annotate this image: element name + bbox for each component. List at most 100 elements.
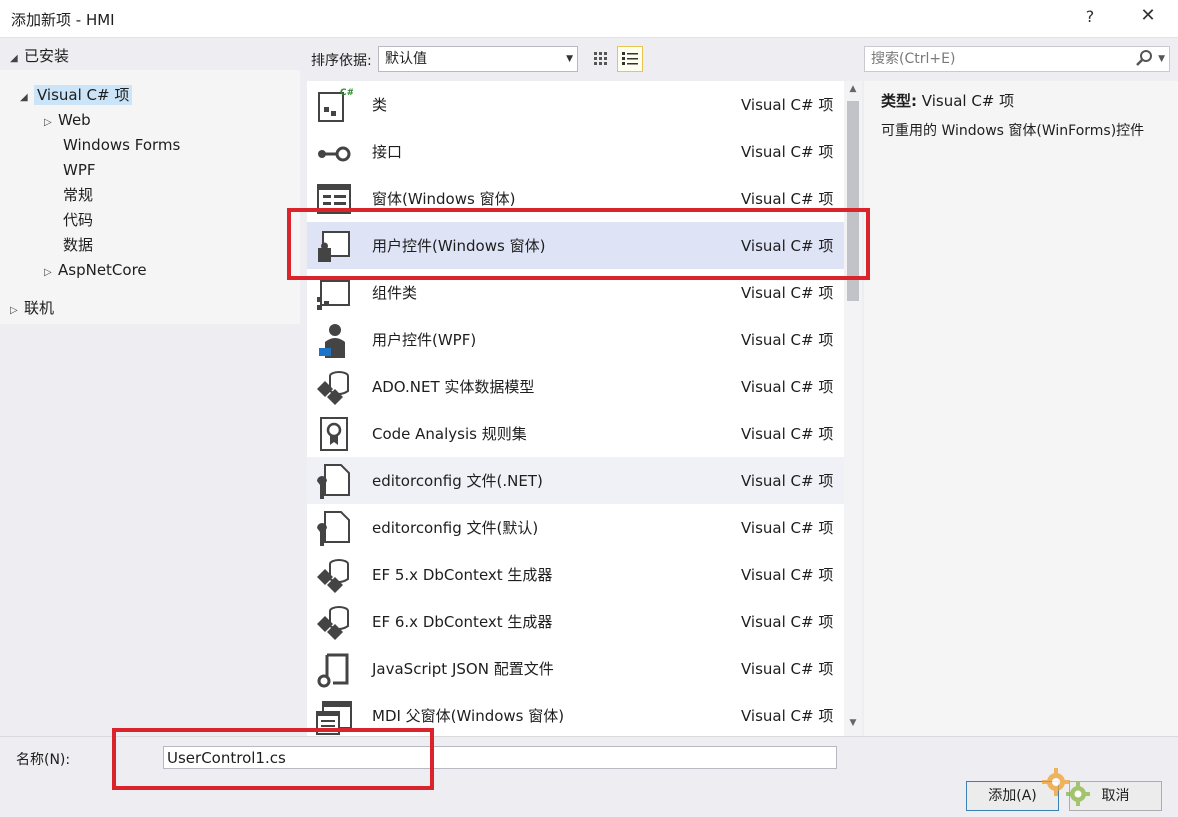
collapsed-arrow-icon[interactable]: ▷ [44,112,58,134]
tree-node-wpf[interactable]: WPF [63,159,96,181]
list-scrollbar[interactable]: ▲ ▼ [844,81,862,736]
item-type: 类型: Visual C# 项 [881,90,1014,111]
item-name: 接口 [372,143,403,161]
list-item[interactable]: JavaScript JSON 配置文件 Visual C# 项 [307,645,844,692]
wpf-user-control-icon [319,324,345,358]
item-category: Visual C# 项 [741,519,834,537]
list-item[interactable]: editorconfig 文件(.NET) Visual C# 项 [307,457,844,504]
tree-node-installed[interactable]: ◢ 已安装 [10,45,69,67]
item-category: Visual C# 项 [741,707,834,725]
json-config-icon [317,653,349,688]
item-name: EF 5.x DbContext 生成器 [372,566,553,584]
tree-label: Windows Forms [63,136,181,154]
item-category: Visual C# 项 [741,472,834,490]
tree-node-windows-forms[interactable]: Windows Forms [63,134,180,156]
expanded-arrow-icon[interactable]: ◢ [20,87,34,109]
template-tree-pane: ◢ 已安装 ◢ Visual C# 项 ▷ Web Windows Forms WPF… [0,38,300,736]
list-view-button[interactable] [617,46,643,72]
item-category: Visual C# 项 [741,190,834,208]
interface-icon [318,146,351,162]
item-name: EF 6.x DbContext 生成器 [372,613,553,631]
ef-generator-icon [317,559,349,593]
help-button[interactable]: ? [1080,7,1100,26]
tree-node-visual-cs[interactable]: ◢ Visual C# 项 [20,84,133,109]
list-item[interactable]: ADO.NET 实体数据模型 Visual C# 项 [307,363,844,410]
item-description: 可重用的 Windows 窗体(WinForms)控件 [881,123,1145,139]
item-category: Visual C# 项 [741,284,834,302]
window-title: 添加新项 - HMI [11,11,115,29]
tree-label: 数据 [63,236,94,254]
chevron-down-icon: ▼ [566,54,573,64]
small-icons-view-button[interactable] [588,46,614,72]
entity-model-icon [317,371,349,405]
list-item[interactable]: Code Analysis 规则集 Visual C# 项 [307,410,844,457]
item-category: Visual C# 项 [741,378,834,396]
tree-node-aspnetcore[interactable]: ▷ AspNetCore [44,259,147,281]
item-name: 用户控件(WPF) [372,331,477,349]
item-name: Code Analysis 规则集 [372,425,527,443]
list-item[interactable]: 用户控件(WPF) Visual C# 项 [307,316,844,363]
sort-label: 排序依据: [311,53,372,69]
editorconfig-icon [317,511,350,546]
tree-node-online[interactable]: ▷ 联机 [10,297,54,319]
type-label: 类型: [881,92,917,110]
search-icon[interactable] [1135,48,1153,70]
sort-value: 默认值 [385,51,427,67]
grid-view-icon [594,52,607,65]
item-name: MDI 父窗体(Windows 窗体) [372,707,565,725]
item-category: Visual C# 项 [741,660,834,678]
item-name: 组件类 [372,284,418,302]
watermark-logo [1042,768,1090,806]
search-input[interactable]: 搜索(Ctrl+E) ▼ [864,46,1170,72]
chevron-down-icon[interactable]: ▼ [1158,47,1165,71]
list-view-icon [622,52,638,65]
toolbar: 排序依据: 默认值 ▼ 搜索(Ctrl+E) ▼ [300,38,1178,82]
editorconfig-icon [317,464,350,499]
item-name: 窗体(Windows 窗体) [372,190,516,208]
collapsed-arrow-icon[interactable]: ▷ [44,262,58,284]
close-button[interactable]: ✕ [1134,5,1162,31]
item-category: Visual C# 项 [741,331,834,349]
ef-generator-icon [317,606,349,640]
tree-label: Web [58,111,91,129]
list-item[interactable]: C# 类 Visual C# 项 [307,81,844,128]
name-label: 名称(N): [16,752,71,768]
tree-node-data[interactable]: 数据 [63,234,93,256]
sort-dropdown[interactable]: 默认值 ▼ [378,46,578,72]
item-category: Visual C# 项 [741,96,834,114]
list-item[interactable]: 接口 Visual C# 项 [307,128,844,175]
details-pane: 类型: Visual C# 项 可重用的 Windows 窗体(WinForms… [864,81,1178,736]
item-name: editorconfig 文件(.NET) [372,472,543,490]
list-item[interactable]: EF 5.x DbContext 生成器 Visual C# 项 [307,551,844,598]
tree-label: 联机 [24,299,55,317]
ruleset-icon [320,417,348,451]
tree-label: 已安装 [24,47,70,65]
template-list: C# 类 Visual C# 项 接口 Visual C# 项 窗体(Windo… [307,81,844,736]
tree-node-general[interactable]: 常规 [63,184,93,206]
item-name: editorconfig 文件(默认) [372,519,539,537]
item-category: Visual C# 项 [741,425,834,443]
collapsed-arrow-icon[interactable]: ▷ [10,300,24,322]
search-placeholder: 搜索(Ctrl+E) [871,51,956,67]
scroll-down-arrow-icon[interactable]: ▼ [844,718,862,734]
scroll-up-arrow-icon[interactable]: ▲ [844,84,862,100]
tree-label: AspNetCore [58,261,147,279]
item-name: 类 [372,96,388,114]
tree-label: WPF [63,161,96,179]
type-value: Visual C# 项 [921,92,1015,110]
svg-text:C#: C# [340,88,353,98]
item-name: ADO.NET 实体数据模型 [372,378,535,396]
tree-node-code[interactable]: 代码 [63,209,93,231]
tree-label: 代码 [63,211,94,229]
title-bar: 添加新项 - HMI ? ✕ [0,0,1178,38]
list-item[interactable]: editorconfig 文件(默认) Visual C# 项 [307,504,844,551]
expanded-arrow-icon[interactable]: ◢ [10,48,24,70]
item-name: JavaScript JSON 配置文件 [372,660,554,678]
highlight-box-name-input [112,728,434,790]
item-category: Visual C# 项 [741,143,834,161]
class-icon: C# [318,88,353,122]
highlight-box-user-control [287,208,870,280]
list-item[interactable]: EF 6.x DbContext 生成器 Visual C# 项 [307,598,844,645]
tree-label: 常规 [63,186,94,204]
tree-node-web[interactable]: ▷ Web [44,109,91,131]
